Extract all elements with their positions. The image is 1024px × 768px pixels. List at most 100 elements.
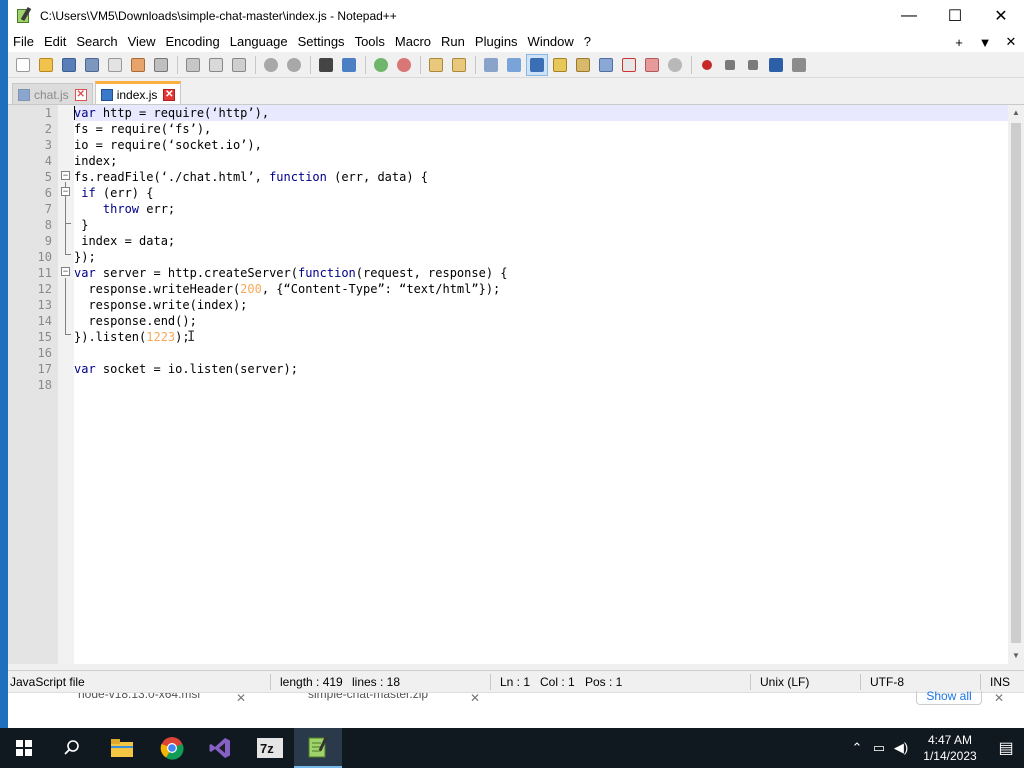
record-macro-icon[interactable] [696, 54, 718, 76]
sync-vertical-icon[interactable] [425, 54, 447, 76]
zoom-out-icon[interactable] [393, 54, 415, 76]
open-file-icon[interactable] [35, 54, 57, 76]
code-text-area[interactable]: 1 var http = require(‘http’), 2 fs = req… [38, 105, 1008, 664]
menu-view[interactable]: View [123, 32, 161, 52]
menu-file[interactable]: File [8, 32, 39, 52]
maximize-button[interactable]: ☐ [932, 0, 978, 32]
paste-icon[interactable] [228, 54, 250, 76]
fold-toggle-icon[interactable]: − [61, 171, 70, 180]
document-list-icon[interactable] [595, 54, 617, 76]
menu-encoding[interactable]: Encoding [161, 32, 225, 52]
close-document-icon[interactable]: ✕ [998, 34, 1024, 50]
save-macro-icon[interactable] [788, 54, 810, 76]
code-line[interactable]: 12 response.writeHeader(200, {“Content-T… [38, 281, 1008, 297]
code-line[interactable]: 3 io = require(‘socket.io’), [45, 137, 1008, 153]
code-line[interactable]: 13 response.write(index); [38, 297, 1008, 313]
download-close-icon[interactable]: ✕ [236, 691, 246, 705]
word-wrap-icon[interactable] [480, 54, 502, 76]
show-all-downloads-button[interactable]: Show all [916, 690, 982, 705]
start-button[interactable] [0, 728, 48, 768]
menu-macro[interactable]: Macro [390, 32, 436, 52]
7zip-taskbar-icon[interactable]: 7z [246, 728, 294, 768]
save-icon[interactable] [58, 54, 80, 76]
fold-toggle-icon[interactable]: − [61, 187, 70, 196]
playback-macro-icon[interactable] [742, 54, 764, 76]
code-line[interactable]: 10 }); [38, 249, 1008, 265]
code-line[interactable]: 4 index; [45, 153, 1008, 169]
tab-list-dropdown-icon[interactable]: ▼ [972, 35, 998, 50]
notepadpp-app-icon[interactable] [16, 6, 32, 24]
tab-chat-js[interactable]: chat.js ✕ [12, 83, 93, 105]
show-all-characters-icon[interactable] [503, 54, 525, 76]
code-line[interactable]: 11 var server = http.createServer(functi… [38, 265, 1008, 281]
download-item-node-msi[interactable]: node-v18.13.0-x64.msi [48, 693, 228, 707]
code-line[interactable]: 1 var http = require(‘http’), [45, 105, 1008, 121]
close-all-icon[interactable] [127, 54, 149, 76]
menu-run[interactable]: Run [436, 32, 470, 52]
download-item-zip[interactable]: simple-chat-master.zip [278, 693, 468, 707]
code-line[interactable]: 17 var socket = io.listen(server); [38, 361, 1008, 377]
close-download-bar-icon[interactable]: ✕ [994, 691, 1004, 705]
menu-window[interactable]: Window [523, 32, 579, 52]
status-encoding[interactable]: UTF-8 [870, 671, 904, 693]
replace-icon[interactable] [338, 54, 360, 76]
download-close-icon[interactable]: ✕ [470, 691, 480, 705]
menu-help[interactable]: ? [579, 32, 596, 52]
stop-recording-icon[interactable] [719, 54, 741, 76]
vertical-scrollbar[interactable]: ▲ ▼ [1008, 105, 1024, 664]
menu-plugins[interactable]: Plugins [470, 32, 523, 52]
cut-icon[interactable] [182, 54, 204, 76]
action-center-icon[interactable]: ▤ [988, 728, 1024, 768]
new-file-icon[interactable] [12, 54, 34, 76]
scroll-up-icon[interactable]: ▲ [1008, 105, 1024, 121]
code-line[interactable]: 7 throw err; [45, 201, 1008, 217]
sync-horizontal-icon[interactable] [448, 54, 470, 76]
close-button[interactable]: ✕ [978, 0, 1024, 32]
code-line[interactable]: 6 if (err) { [45, 185, 1008, 201]
fold-toggle-icon[interactable]: − [61, 267, 70, 276]
menu-settings[interactable]: Settings [293, 32, 350, 52]
volume-icon[interactable]: ◀) [890, 740, 912, 756]
folder-as-workspace-icon[interactable] [641, 54, 663, 76]
code-line[interactable]: 8 } [45, 217, 1008, 233]
new-tab-plus-icon[interactable]: + [946, 35, 972, 50]
indent-guide-icon[interactable] [526, 53, 548, 76]
status-insert-mode[interactable]: INS [990, 671, 1010, 693]
menu-edit[interactable]: Edit [39, 32, 71, 52]
file-explorer-taskbar-icon[interactable] [98, 728, 146, 768]
chrome-taskbar-icon[interactable] [148, 728, 196, 768]
code-editor[interactable]: − − − 1 var http = require(‘http’), 2 fs… [8, 104, 1024, 664]
code-line[interactable]: 14 response.end(); [38, 313, 1008, 329]
find-icon[interactable] [315, 54, 337, 76]
tab-index-js[interactable]: index.js ✕ [94, 81, 182, 105]
network-icon[interactable]: ▭ [868, 740, 890, 756]
scrollbar-thumb[interactable] [1011, 123, 1021, 643]
run-macro-multiple-icon[interactable] [765, 54, 787, 76]
search-taskbar-icon[interactable] [48, 728, 96, 768]
code-line[interactable]: 18 [38, 377, 1008, 393]
undo-icon[interactable] [260, 54, 282, 76]
document-map-icon[interactable] [572, 54, 594, 76]
scroll-down-icon[interactable]: ▼ [1008, 648, 1024, 664]
user-defined-language-icon[interactable] [549, 54, 571, 76]
code-line[interactable]: 16 [38, 345, 1008, 361]
code-line[interactable]: 2 fs = require(‘fs’), [45, 121, 1008, 137]
monitoring-icon[interactable] [664, 54, 686, 76]
menu-tools[interactable]: Tools [350, 32, 390, 52]
fold-margin[interactable]: − − − [58, 105, 74, 664]
print-icon[interactable] [150, 54, 172, 76]
code-line[interactable]: 5 fs.readFile(‘./chat.html’, function (e… [45, 169, 1008, 185]
function-list-icon[interactable] [618, 54, 640, 76]
status-eol[interactable]: Unix (LF) [760, 671, 809, 693]
title-bar[interactable]: C:\Users\VM5\Downloads\simple-chat-maste… [8, 0, 1024, 32]
tab-close-icon[interactable]: ✕ [74, 88, 87, 101]
show-hidden-icons-chevron-icon[interactable]: ⌃ [846, 740, 868, 756]
menu-search[interactable]: Search [71, 32, 122, 52]
redo-icon[interactable] [283, 54, 305, 76]
save-all-icon[interactable] [81, 54, 103, 76]
code-line[interactable]: 15 }).listen(1223); [38, 329, 1008, 345]
taskbar-clock[interactable]: 4:47 AM 1/14/2023 [912, 732, 988, 764]
copy-icon[interactable] [205, 54, 227, 76]
code-line[interactable]: 9 index = data; [45, 233, 1008, 249]
visual-studio-taskbar-icon[interactable] [196, 728, 244, 768]
